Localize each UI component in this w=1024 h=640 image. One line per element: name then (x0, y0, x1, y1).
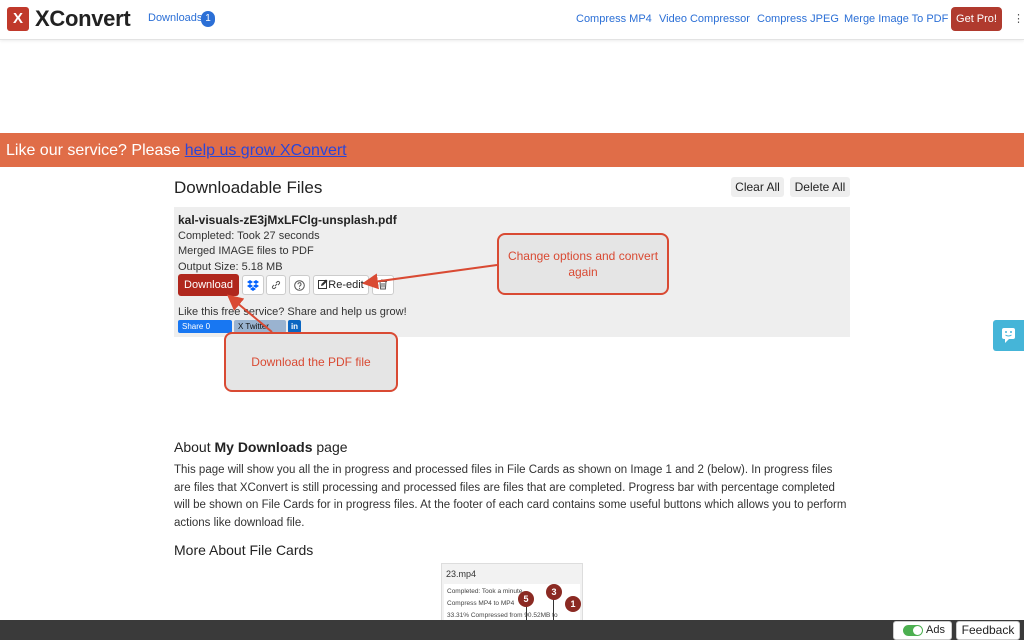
clear-all-button[interactable]: Clear All (731, 177, 784, 197)
ads-label: Ads (926, 624, 945, 636)
number-badge-1: 1 (565, 596, 581, 612)
more-about-file-cards-title: More About File Cards (174, 542, 314, 558)
nav-downloads-link[interactable]: Downloads (148, 12, 202, 24)
thumb-line-1: Completed: Took a minute (447, 588, 523, 595)
reedit-button[interactable]: Re-edit (313, 275, 369, 295)
about-paragraph: This page will show you all the in progr… (174, 464, 847, 529)
completed-status: Completed: Took 27 seconds (178, 230, 320, 242)
ads-toggle[interactable]: Ads (893, 621, 952, 640)
nav-link-compress-jpeg[interactable]: Compress JPEG (757, 13, 839, 25)
file-name: kal-visuals-zE3jMxLFClg-unsplash.pdf (178, 213, 397, 227)
chat-button[interactable] (993, 320, 1024, 351)
banner-text: Like our service? Please help us grow XC… (6, 142, 347, 160)
nav-link-video-compressor[interactable]: Video Compressor (659, 13, 750, 25)
nav-link-compress-mp4[interactable]: Compress MP4 (576, 13, 652, 25)
downloadable-files-title: Downloadable Files (174, 178, 323, 197)
facebook-share-button[interactable]: Share 0 (178, 320, 232, 333)
share-prompt: Like this free service? Share and help u… (178, 306, 407, 318)
about-title-bold: My Downloads (214, 439, 313, 455)
about-title-prefix: About (174, 439, 215, 455)
nav-link-merge-image-to-pdf[interactable]: Merge Image To PDF (844, 13, 948, 25)
conversion-action: Merged IMAGE files to PDF (178, 245, 314, 257)
about-title: About My Downloads page (174, 439, 348, 455)
trash-icon[interactable] (372, 275, 394, 295)
help-us-grow-link[interactable]: help us grow XConvert (185, 142, 347, 159)
brand-name[interactable]: XConvert (35, 6, 131, 32)
help-icon[interactable] (289, 275, 310, 295)
feedback-button[interactable]: Feedback (956, 621, 1020, 640)
file-card-example-image: 23.mp4 Completed: Took a minute Compress… (441, 563, 583, 625)
number-badge-5: 5 (518, 591, 534, 607)
banner-message: Like our service? Please (6, 142, 185, 159)
get-pro-button[interactable]: Get Pro! (951, 7, 1002, 31)
toggle-knob (913, 626, 922, 635)
more-menu-icon[interactable]: ⋮ (1013, 12, 1024, 25)
thumb-line-3: 33.31% Compressed from 90.52MB to (447, 612, 558, 619)
download-button[interactable]: Download (178, 274, 239, 296)
delete-all-button[interactable]: Delete All (790, 177, 850, 197)
edit-icon (318, 279, 328, 289)
thumb-line-2: Compress MP4 to MP4 (447, 600, 515, 607)
reedit-label: Re-edit (328, 279, 364, 291)
link-icon[interactable] (266, 275, 286, 295)
support-banner: Like our service? Please help us grow XC… (0, 133, 1024, 167)
top-navbar: X XConvert Downloads 1 Compress MP4 Vide… (0, 0, 1024, 40)
chat-icon (1002, 328, 1015, 343)
about-title-suffix: page (312, 439, 348, 455)
number-badge-3: 3 (546, 584, 562, 600)
toggle-switch[interactable] (903, 625, 923, 636)
reedit-callout: Change options and convert again (497, 233, 669, 295)
download-callout: Download the PDF file (224, 332, 398, 392)
output-size: Output Size: 5.18 MB (178, 261, 283, 273)
bottom-bar (0, 620, 1024, 640)
thumb-filename: 23.mp4 (446, 569, 477, 579)
downloads-count-badge: 1 (201, 11, 215, 27)
logo-icon[interactable]: X (7, 7, 29, 31)
dropbox-icon[interactable] (242, 275, 264, 295)
